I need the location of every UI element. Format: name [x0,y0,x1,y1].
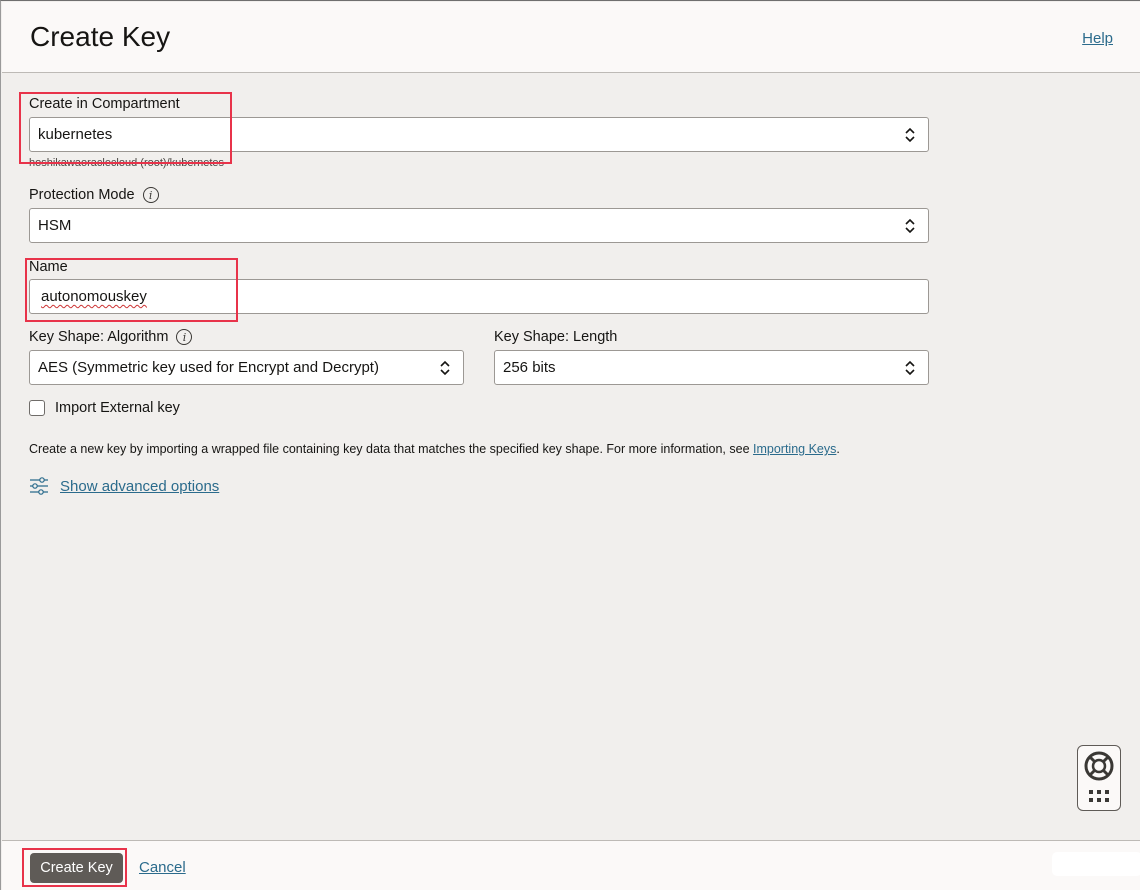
algorithm-label-text: Key Shape: Algorithm [29,329,169,345]
highlight-compartment [19,92,232,164]
help-link[interactable]: Help [1082,30,1113,47]
import-info-suffix: . [836,442,840,456]
import-info-body: Create a new key by importing a wrapped … [29,442,753,456]
protection-mode-select[interactable]: HSM [29,208,929,243]
chevron-updown-icon [905,360,915,376]
app-grid-icon [1089,790,1109,802]
highlight-name [25,258,238,322]
create-key-form: Create in Compartment kubernetes hoshika… [2,74,1140,840]
lifebuoy-icon [1084,751,1114,781]
sliders-icon[interactable] [29,476,49,496]
protection-mode-value: HSM [38,217,72,234]
length-value: 256 bits [503,359,556,376]
import-info-text: Create a new key by importing a wrapped … [29,442,840,456]
show-advanced-options-link[interactable]: Show advanced options [60,478,219,495]
create-key-panel: Create Key Help Create in Compartment ku… [0,0,1140,890]
algorithm-select[interactable]: AES (Symmetric key used for Encrypt and … [29,350,464,385]
chevron-updown-icon [905,218,915,234]
chevron-updown-icon [905,127,915,143]
info-icon[interactable]: i [176,329,193,345]
length-select[interactable]: 256 bits [494,350,929,385]
help-dock[interactable] [1077,745,1121,811]
floating-panel [1052,852,1140,876]
form-footer: Create Key Cancel [2,840,1140,890]
page-header: Create Key Help [2,2,1140,73]
algorithm-value: AES (Symmetric key used for Encrypt and … [38,359,379,376]
cancel-link[interactable]: Cancel [139,859,186,876]
length-label: Key Shape: Length [494,329,618,345]
import-external-checkbox[interactable] [29,400,45,416]
highlight-create-button [22,848,127,887]
protection-mode-label: Protection Mode i [29,187,159,203]
page-title: Create Key [30,21,171,52]
protection-mode-label-text: Protection Mode [29,187,135,203]
algorithm-label: Key Shape: Algorithm i [29,329,193,345]
info-icon[interactable]: i [142,187,159,203]
chevron-updown-icon [440,360,450,376]
import-external-label[interactable]: Import External key [55,400,180,416]
importing-keys-link[interactable]: Importing Keys [753,442,836,456]
